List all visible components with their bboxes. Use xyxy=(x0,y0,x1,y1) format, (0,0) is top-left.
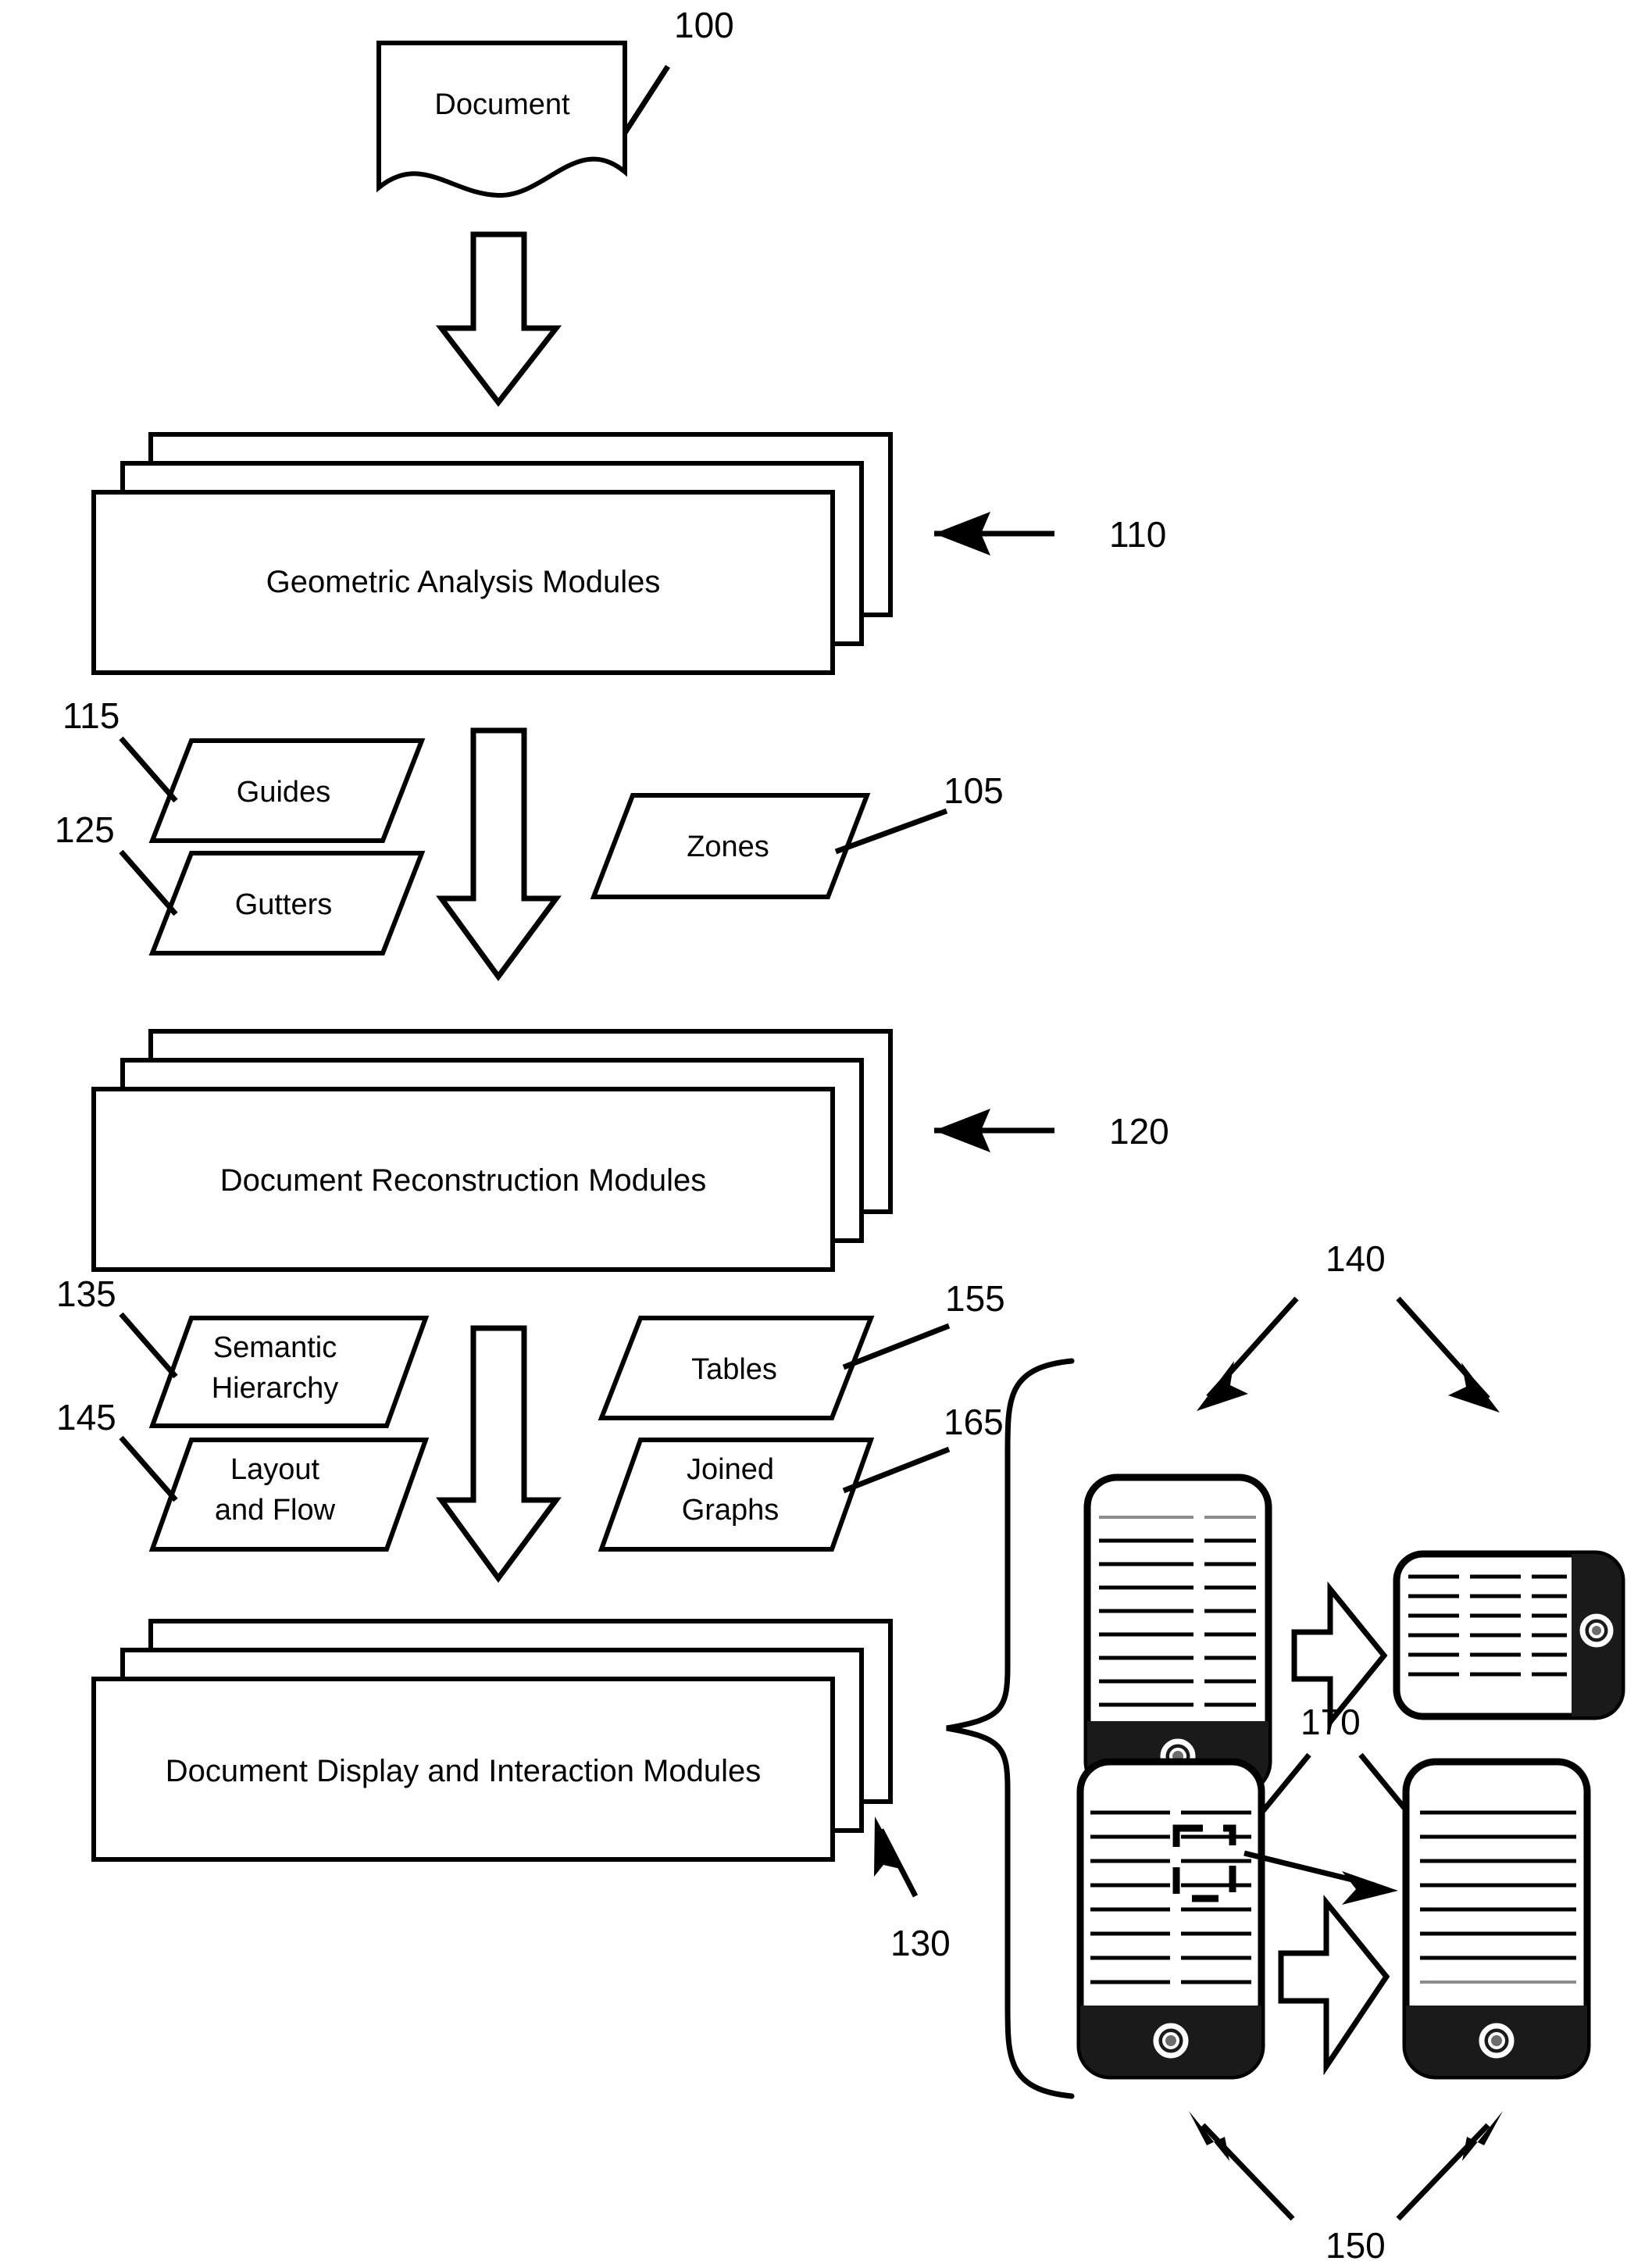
node-document-reconstruction[interactable]: Document Reconstruction Modules xyxy=(91,1029,893,1272)
artifact-gutters[interactable]: Gutters xyxy=(148,851,426,955)
ref-number-125: 125 xyxy=(55,809,115,850)
ref-number-110: 110 xyxy=(1109,514,1166,555)
document-label: Document xyxy=(434,88,570,121)
gutters-label: Gutters xyxy=(235,888,333,921)
leader-line-145 xyxy=(119,1435,178,1502)
artifact-tables[interactable]: Tables xyxy=(598,1316,875,1420)
joined-graphs-label-line2: Graphs xyxy=(682,1494,780,1527)
ref-number-140: 140 xyxy=(1326,1238,1386,1279)
grouping-brace xyxy=(946,1358,1075,2099)
ref-number-115: 115 xyxy=(62,695,120,736)
ref-pointer-120: 120 xyxy=(934,1109,1169,1152)
leader-arrowhead-130 xyxy=(874,1816,904,1877)
artifact-layout-and-flow[interactable]: Layout and Flow xyxy=(148,1438,430,1552)
flow-arrow-reconstruction-to-display xyxy=(436,1325,562,1583)
pointer-arrowhead-150-left xyxy=(1189,2111,1229,2161)
pointer-arrowhead-140-left xyxy=(1197,1361,1248,1411)
document-reconstruction-label: Document Reconstruction Modules xyxy=(220,1163,707,1198)
pointer-line-150-left xyxy=(1201,2123,1295,2221)
leader-line-135 xyxy=(119,1312,178,1379)
ref-number-165: 165 xyxy=(944,1402,1004,1442)
node-geometric-analysis[interactable]: Geometric Analysis Modules xyxy=(91,432,893,675)
phone-result-home-button-center xyxy=(1488,2032,1505,2049)
ref-number-120: 120 xyxy=(1109,1111,1169,1152)
artifact-joined-graphs[interactable]: Joined Graphs xyxy=(598,1438,875,1552)
semantic-hierarchy-label-line1: Semantic xyxy=(213,1331,337,1364)
ref-leader-135: 135 xyxy=(56,1273,178,1379)
guides-label: Guides xyxy=(237,776,330,809)
down-arrow-3 xyxy=(436,1325,562,1583)
pointer-arrowhead-150-right xyxy=(1462,2111,1503,2161)
tables-label: Tables xyxy=(691,1353,777,1386)
zones-label: Zones xyxy=(687,830,769,863)
ref-leader-100: 100 xyxy=(623,5,734,134)
joined-graphs-label-line1: Joined xyxy=(687,1453,774,1486)
figure-canvas: Document 100 Geometric Analysis Modules … xyxy=(0,0,1652,2261)
ref-pointer-110: 110 xyxy=(934,512,1166,555)
ref-number-155: 155 xyxy=(945,1278,1005,1319)
reflow-arrow-bottom xyxy=(1278,1895,1390,2076)
artifact-zones[interactable]: Zones xyxy=(590,793,871,899)
layout-and-flow-label-line2: and Flow xyxy=(215,1494,336,1527)
ref-leader-115: 115 xyxy=(62,695,178,803)
device-phone-portrait-multicolumn[interactable] xyxy=(1083,1473,1272,1795)
transform-arrow-bottom xyxy=(1278,1895,1390,2076)
semantic-hierarchy-label-line2: Hierarchy xyxy=(212,1372,339,1405)
device-tablet-landscape[interactable] xyxy=(1393,1550,1625,1720)
phone-source-home-button-center xyxy=(1162,2032,1179,2049)
layout-and-flow-label-line1: Layout xyxy=(230,1453,320,1486)
tablet-home-button-center xyxy=(1589,1623,1604,1638)
device-phone-result-singlecolumn[interactable] xyxy=(1402,1758,1591,2080)
node-document[interactable]: Document xyxy=(376,41,627,198)
leader-line-125 xyxy=(119,849,178,916)
artifact-guides[interactable]: Guides xyxy=(148,738,426,843)
down-arrow-2 xyxy=(436,727,562,981)
ref-pointer-150: 150 xyxy=(1189,2111,1503,2261)
ref-number-130: 130 xyxy=(890,1923,951,1963)
pointer-line-150-right xyxy=(1396,2123,1490,2221)
selection-arrowhead xyxy=(1342,1871,1398,1905)
flow-arrow-document-to-geometric xyxy=(435,231,562,407)
leader-line-100 xyxy=(623,65,670,134)
down-arrow-1 xyxy=(435,231,562,407)
selection-transfer-arrow xyxy=(1243,1850,1398,1905)
device-phone-source-with-selection[interactable] xyxy=(1076,1758,1265,2080)
node-document-display[interactable]: Document Display and Interaction Modules xyxy=(91,1619,893,1862)
patent-flow-diagram: Document 100 Geometric Analysis Modules … xyxy=(55,5,1625,2261)
artifact-semantic-hierarchy[interactable]: Semantic Hierarchy xyxy=(148,1316,430,1428)
ref-number-150: 150 xyxy=(1326,2225,1386,2261)
ref-leader-130: 130 xyxy=(874,1816,951,1963)
geometric-analysis-label: Geometric Analysis Modules xyxy=(266,565,661,599)
document-display-label: Document Display and Interaction Modules xyxy=(166,1754,762,1788)
ref-number-145: 145 xyxy=(56,1397,116,1438)
flow-arrow-geometric-to-reconstruction xyxy=(436,727,562,981)
ref-number-100: 100 xyxy=(674,5,734,45)
pointer-arrowhead-140-right xyxy=(1448,1363,1500,1413)
leader-line-115 xyxy=(119,736,178,803)
ref-pointer-140: 140 xyxy=(1197,1238,1500,1413)
ref-number-105: 105 xyxy=(944,770,1004,811)
ref-number-170: 170 xyxy=(1301,1702,1361,1742)
ref-number-135: 135 xyxy=(56,1273,116,1314)
curly-brace-path xyxy=(946,1358,1075,2099)
